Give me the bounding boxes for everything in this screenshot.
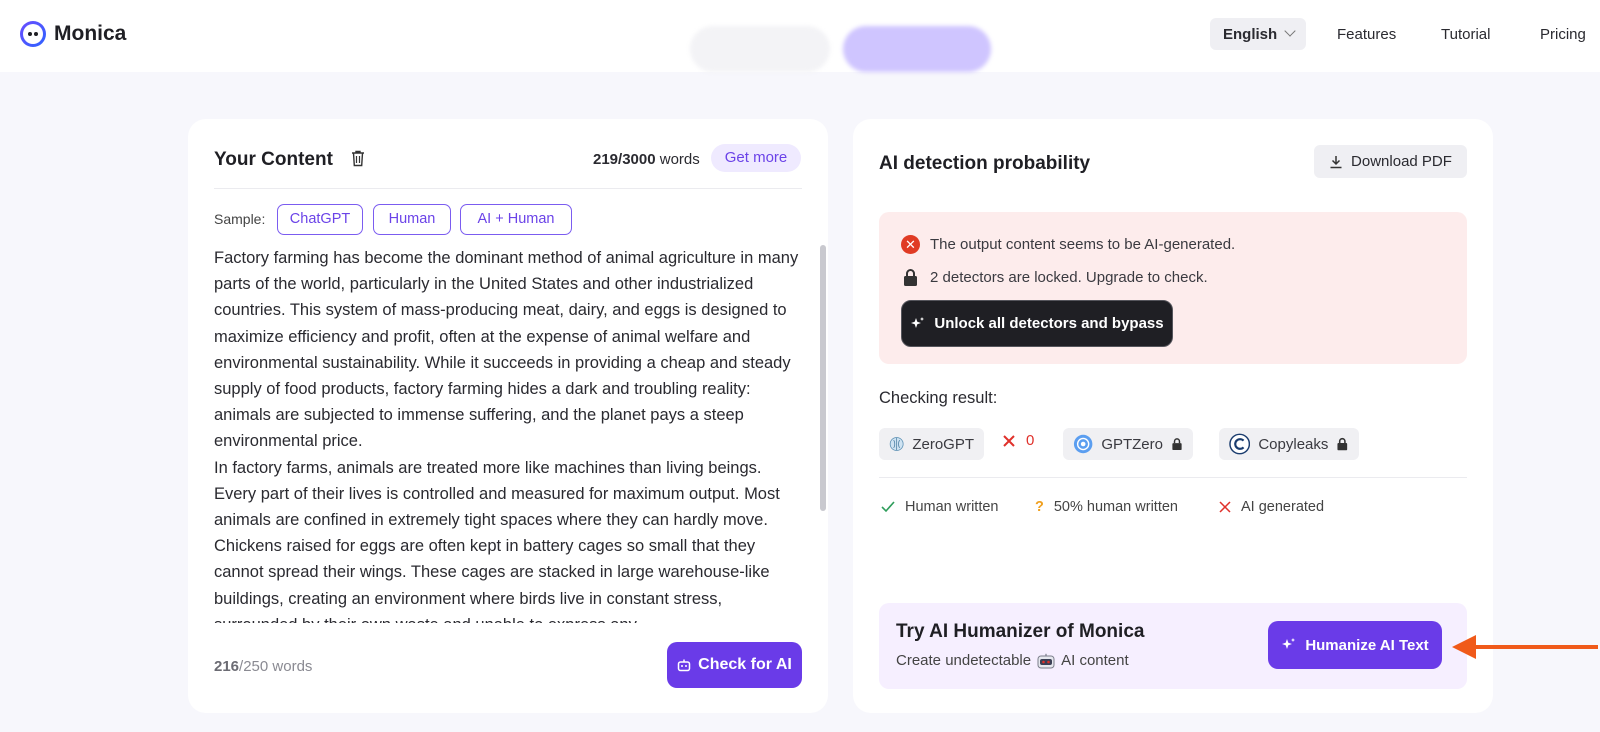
blurred-nav-pill-active <box>843 26 991 72</box>
check-for-ai-button[interactable]: Check for AI <box>667 642 802 688</box>
word-limit: 216/250 words <box>214 658 312 675</box>
error-x-icon: ✕ <box>901 235 920 254</box>
detector-name: ZeroGPT <box>912 435 974 453</box>
content-textarea[interactable]: Factory farming has become the dominant … <box>214 245 802 623</box>
sample-human-button[interactable]: Human <box>373 204 451 235</box>
x-icon <box>1219 501 1231 513</box>
ai-alert-box: ✕ The output content seems to be AI-gene… <box>879 212 1467 364</box>
gptzero-logo-icon <box>1073 434 1093 454</box>
legend-label: AI generated <box>1241 499 1325 515</box>
lock-icon <box>904 269 917 286</box>
content-panel: Your Content 219/3000 words Get more Sam… <box>188 119 828 713</box>
detector-copyleaks[interactable]: Copyleaks <box>1219 428 1359 460</box>
unlock-detectors-label: Unlock all detectors and bypass <box>934 315 1164 332</box>
word-count-unit: words <box>659 151 700 168</box>
monica-logo-icon <box>20 21 46 47</box>
humanizer-promo: Try AI Humanizer of Monica Create undete… <box>879 603 1467 689</box>
result-title: AI detection probability <box>879 153 1091 174</box>
promo-sub-text: Create undetectable <box>896 652 1032 669</box>
lock-icon <box>1172 438 1182 450</box>
divider <box>879 477 1467 478</box>
top-header: Monica English Features Tutorial Pricing <box>0 0 1600 72</box>
scrollbar-thumb[interactable] <box>820 245 826 511</box>
content-paragraph: In factory farms, animals are treated mo… <box>214 458 780 623</box>
legend-label: 50% human written <box>1053 499 1178 515</box>
question-mark-icon: ? <box>1035 499 1044 515</box>
blurred-nav-pill <box>690 26 830 72</box>
detector-zerogpt[interactable]: ZeroGPT <box>879 428 984 460</box>
unlock-detectors-button[interactable]: Unlock all detectors and bypass <box>901 300 1173 347</box>
humanize-ai-text-button[interactable]: Humanize AI Text <box>1268 621 1442 669</box>
ai-x-icon <box>1003 434 1015 447</box>
word-count: 219/3000 words <box>593 151 700 168</box>
pointer-arrow-icon <box>1452 635 1598 659</box>
content-title: Your Content <box>214 149 333 170</box>
language-value: English <box>1223 25 1278 43</box>
content-scrollbar[interactable] <box>820 245 826 625</box>
word-count-value: 219/3000 <box>593 151 656 168</box>
legend-half-human: ? 50% human written <box>1035 499 1178 515</box>
check-for-ai-label: Check for AI <box>698 656 792 673</box>
sample-label: Sample: <box>214 211 266 227</box>
divider <box>214 188 802 189</box>
sample-ai-human-button[interactable]: AI + Human <box>460 204 572 235</box>
chevron-down-icon <box>1284 25 1296 37</box>
sparkle-icon <box>1282 638 1296 649</box>
robot-face-icon <box>1037 653 1055 668</box>
content-paragraph: Factory farming has become the dominant … <box>214 249 799 451</box>
zerogpt-score: 0 <box>1026 432 1035 449</box>
word-limit-used: 216 <box>214 658 240 675</box>
alert-message: The output content seems to be AI-genera… <box>930 236 1236 253</box>
sparkle-icon <box>911 316 925 328</box>
nav-tutorial[interactable]: Tutorial <box>1441 26 1490 43</box>
word-limit-total: /250 words <box>239 658 313 675</box>
zerogpt-brain-icon <box>889 437 904 451</box>
check-icon <box>881 501 895 513</box>
humanize-ai-text-label: Humanize AI Text <box>1305 636 1429 654</box>
detector-gptzero[interactable]: GPTZero <box>1063 428 1193 460</box>
download-pdf-button[interactable]: Download PDF <box>1314 145 1467 178</box>
sample-chatgpt-button[interactable]: ChatGPT <box>277 204 363 235</box>
legend-human-written: Human written <box>881 499 998 515</box>
promo-subtitle: Create undetectable AI content <box>896 652 1129 669</box>
result-panel: AI detection probability Download PDF ✕ … <box>853 119 1493 713</box>
promo-sub-text: AI content <box>1061 652 1129 669</box>
detector-name: Copyleaks <box>1258 435 1329 453</box>
detector-name: GPTZero <box>1101 435 1163 453</box>
locked-message: 2 detectors are locked. Upgrade to check… <box>930 269 1208 286</box>
brand-logo[interactable]: Monica <box>20 21 126 47</box>
alert-row: ✕ The output content seems to be AI-gene… <box>901 235 1235 254</box>
lock-icon <box>1337 437 1348 451</box>
language-select[interactable]: English <box>1210 18 1306 50</box>
download-icon <box>1330 155 1342 168</box>
legend-ai-generated: AI generated <box>1219 499 1324 515</box>
promo-title: Try AI Humanizer of Monica <box>896 621 1145 642</box>
legend-label: Human written <box>905 499 999 515</box>
trash-icon[interactable] <box>351 150 365 167</box>
checking-result-label: Checking result: <box>879 389 998 407</box>
nav-features[interactable]: Features <box>1337 26 1396 43</box>
get-more-button[interactable]: Get more <box>711 144 801 172</box>
alert-row: 2 detectors are locked. Upgrade to check… <box>901 268 1208 287</box>
brand-name: Monica <box>54 22 127 45</box>
zerogpt-result: 0 <box>1002 432 1034 449</box>
download-pdf-label: Download PDF <box>1351 153 1452 170</box>
copyleaks-logo-icon <box>1229 433 1251 455</box>
nav-pricing[interactable]: Pricing <box>1540 26 1586 43</box>
robot-icon <box>677 659 691 672</box>
